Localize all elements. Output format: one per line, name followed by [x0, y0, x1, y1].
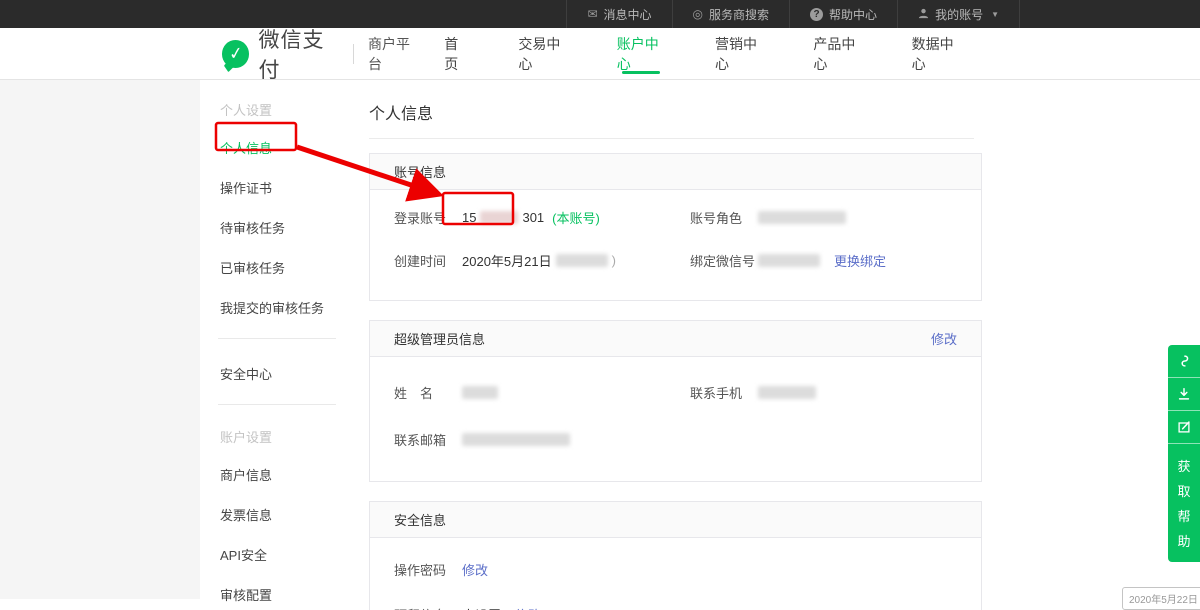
masked-admin-phone — [758, 386, 816, 399]
topbar-item-label: 我的账号 — [935, 6, 983, 23]
topbar-item-label: 帮助中心 — [829, 6, 877, 23]
created-time-label: 创建时间 — [394, 251, 462, 270]
security-info-card: 安全信息 操作密码 修改 预留信息 未设置 修改 预留 — [369, 501, 982, 610]
bound-wechat-row: 绑定微信号 更换绑定 — [690, 251, 886, 270]
download-icon — [1176, 386, 1192, 402]
current-account-tag: (本账号) — [552, 208, 600, 227]
admin-phone-row: 联系手机 — [690, 383, 816, 402]
sidebar-item-merchant-info[interactable]: 商户信息 — [220, 462, 345, 487]
sidebar-item-pending-review-tasks[interactable]: 待审核任务 — [220, 215, 345, 240]
reserved-info-label: 预留信息 — [394, 605, 462, 610]
admin-phone-label: 联系手机 — [690, 383, 758, 402]
section-title: 超级管理员信息 — [394, 329, 485, 348]
page-title: 个人信息 — [361, 100, 1200, 124]
reserved-info-row: 预留信息 未设置 修改 — [394, 605, 541, 610]
topbar-item-provider-search[interactable]: ◎ 服务商搜索 — [672, 0, 790, 28]
sidebar-item-invoice-info[interactable]: 发票信息 — [220, 502, 345, 527]
logo-text: 微信支付 — [258, 24, 339, 84]
super-admin-header: 超级管理员信息 修改 — [370, 321, 981, 357]
account-info-header: 账号信息 — [370, 154, 981, 190]
topbar-item-label: 消息中心 — [604, 6, 652, 23]
masked-admin-email — [462, 433, 570, 446]
sidebar-group-personal-settings: 个人设置 — [220, 100, 345, 119]
topbar-item-messages[interactable]: ✉ 消息中心 — [566, 0, 671, 28]
login-account-row: 登录账号 15 301 (本账号) — [394, 208, 690, 227]
header: ✓ 微信支付 商户平台 首页 交易中心 账户中心 营销中心 产品中心 数据中心 — [0, 28, 1200, 80]
sidebar-item-review-config[interactable]: 审核配置 — [220, 582, 345, 607]
sidebar-item-operation-certificate[interactable]: 操作证书 — [220, 175, 345, 200]
logo-divider — [353, 44, 354, 64]
topbar: ✉ 消息中心 ◎ 服务商搜索 ? 帮助中心 我的账号 ▼ — [0, 0, 1200, 28]
masked-account-role — [758, 211, 846, 224]
admin-edit-link[interactable]: 修改 — [931, 329, 957, 348]
page-body: 个人设置 个人信息 操作证书 待审核任务 已审核任务 我提交的审核任务 安全中心… — [0, 80, 1200, 599]
user-icon — [918, 8, 929, 21]
help-icon: ? — [810, 8, 823, 21]
admin-email-label: 联系邮箱 — [394, 430, 462, 449]
sidebar-item-reviewed-tasks[interactable]: 已审核任务 — [220, 255, 345, 280]
super-admin-card: 超级管理员信息 修改 姓 名 联系手机 联系邮箱 — [369, 320, 982, 482]
download-button[interactable] — [1168, 378, 1200, 411]
password-edit-link[interactable]: 修改 — [462, 560, 488, 579]
sidebar-divider — [218, 338, 336, 339]
share-link-button[interactable] — [1168, 345, 1200, 378]
sidebar-item-my-submitted-tasks[interactable]: 我提交的审核任务 — [220, 295, 345, 320]
nav-data-center[interactable]: 数据中心 — [887, 28, 985, 80]
topbar-item-my-account[interactable]: 我的账号 ▼ — [897, 0, 1020, 28]
rebind-link[interactable]: 更换绑定 — [834, 251, 886, 270]
reserved-edit-link[interactable]: 修改 — [515, 605, 541, 610]
section-title: 账号信息 — [394, 162, 446, 181]
sidebar-group-account-settings: 账户设置 — [220, 427, 345, 446]
topbar-item-label: 服务商搜索 — [709, 6, 769, 23]
left-gutter — [0, 80, 200, 599]
masked-created-detail — [556, 254, 608, 267]
nav-marketing-center[interactable]: 营销中心 — [690, 28, 788, 80]
topbar-item-help-center[interactable]: ? 帮助中心 — [789, 0, 897, 28]
masked-admin-name — [462, 386, 498, 399]
sidebar-item-personal-info[interactable]: 个人信息 — [220, 135, 345, 160]
masked-wechat-id — [758, 254, 820, 267]
section-title: 安全信息 — [394, 510, 446, 529]
link-icon — [1176, 353, 1192, 369]
chevron-down-icon: ▼ — [991, 10, 999, 19]
mail-icon: ✉ — [587, 8, 597, 20]
operation-password-row: 操作密码 修改 — [394, 560, 488, 579]
reserved-info-value: 未设置 — [462, 605, 501, 610]
account-role-label: 账号角色 — [690, 208, 758, 227]
main-nav: 首页 交易中心 账户中心 营销中心 产品中心 数据中心 — [419, 28, 985, 80]
title-divider — [369, 138, 974, 139]
account-info-card: 账号信息 登录账号 15 301 (本账号) 账号角色 — [369, 153, 982, 301]
login-account-label: 登录账号 — [394, 208, 462, 227]
floating-help-group: 获 取 帮 助 — [1168, 345, 1200, 562]
nav-transaction-center[interactable]: 交易中心 — [493, 28, 591, 80]
admin-email-row: 联系邮箱 — [394, 430, 690, 449]
account-role-row: 账号角色 — [690, 208, 846, 227]
portal-label: 商户平台 — [368, 34, 419, 74]
admin-name-row: 姓 名 — [394, 383, 690, 402]
wechat-pay-logo: ✓ 微信支付 商户平台 — [222, 24, 419, 84]
created-time-row: 创建时间 2020年5月21日 ) — [394, 251, 690, 270]
operation-password-label: 操作密码 — [394, 560, 462, 579]
feedback-button[interactable] — [1168, 411, 1200, 444]
search-provider-icon: ◎ — [693, 8, 703, 20]
topbar-menu: ✉ 消息中心 ◎ 服务商搜索 ? 帮助中心 我的账号 ▼ — [566, 0, 1020, 28]
get-help-button[interactable]: 获 取 帮 助 — [1168, 444, 1200, 562]
admin-name-label: 姓 名 — [394, 383, 462, 402]
sidebar-divider — [218, 404, 336, 405]
nav-home[interactable]: 首页 — [419, 28, 493, 80]
nav-product-center[interactable]: 产品中心 — [788, 28, 886, 80]
bound-wechat-label: 绑定微信号 — [690, 251, 758, 270]
main-content: 个人信息 账号信息 登录账号 15 301 (本账号) — [345, 80, 1200, 599]
sidebar-item-api-security[interactable]: API安全 — [220, 542, 345, 567]
masked-login-digits — [480, 211, 518, 224]
login-account-value: 15 301 (本账号) — [462, 208, 600, 227]
wechat-bubble-icon: ✓ — [222, 40, 249, 68]
edit-icon — [1176, 419, 1192, 435]
security-info-header: 安全信息 — [370, 502, 981, 538]
sidebar: 个人设置 个人信息 操作证书 待审核任务 已审核任务 我提交的审核任务 安全中心… — [200, 80, 345, 599]
sidebar-item-security-center[interactable]: 安全中心 — [220, 361, 345, 386]
nav-account-center[interactable]: 账户中心 — [592, 28, 690, 80]
